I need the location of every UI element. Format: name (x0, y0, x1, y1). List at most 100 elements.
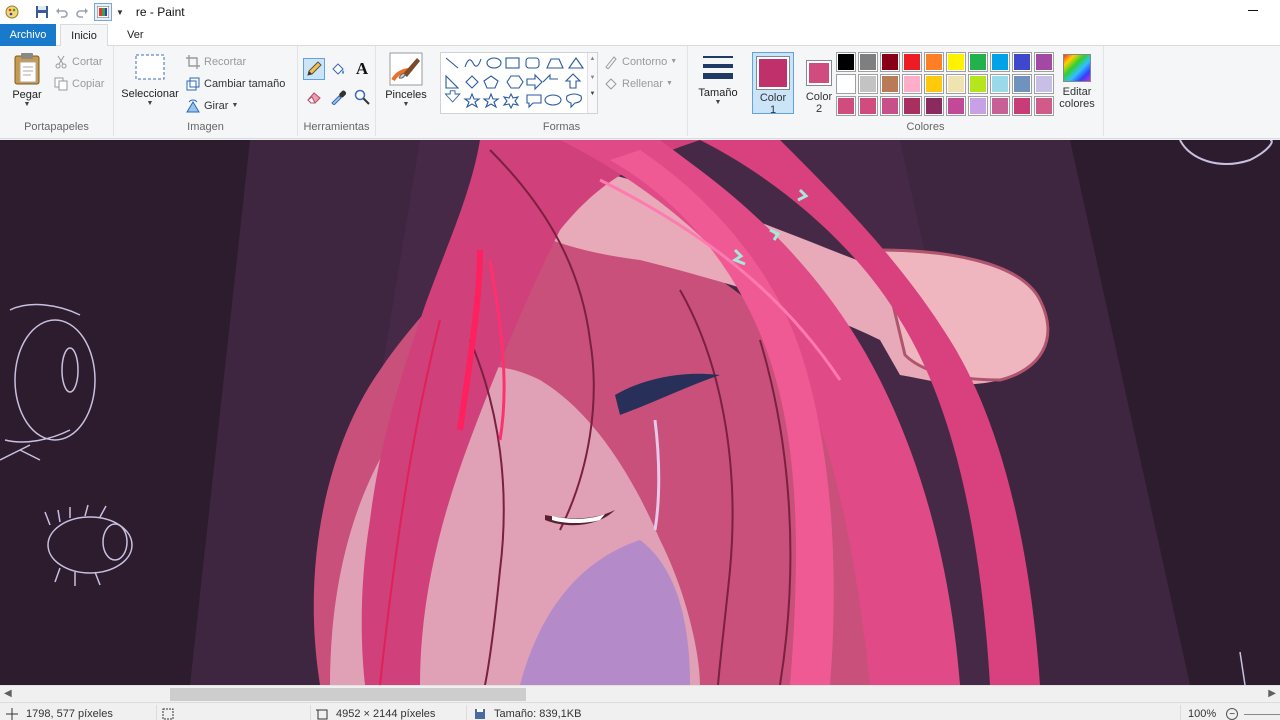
palette-color-swatch[interactable] (946, 96, 966, 116)
palette-color-swatch[interactable] (968, 96, 988, 116)
select-button[interactable]: Seleccionar ▼ (118, 52, 182, 108)
status-bar: 1798, 577 píxeles 4952 × 2144 píxeles Ta… (0, 702, 1280, 720)
palette-color-swatch[interactable] (836, 96, 856, 116)
shapes-gallery: ▲ ▼ ▼ (440, 52, 598, 114)
edit-colors-button[interactable]: Editar colores (1054, 52, 1100, 114)
palette-color-swatch[interactable] (836, 74, 856, 94)
palette-color-swatch[interactable] (880, 52, 900, 72)
brushes-button[interactable]: Pinceles ▼ (382, 52, 430, 109)
ribbon: Pegar ▼ Cortar Copiar Portapapeles Selec… (0, 46, 1280, 139)
drawing-canvas[interactable] (0, 140, 1280, 685)
palette-color-swatch[interactable] (968, 74, 988, 94)
palette-color-swatch[interactable] (990, 52, 1010, 72)
palette-color-swatch[interactable] (902, 96, 922, 116)
magnifier-icon[interactable] (351, 86, 373, 108)
zoom-slider[interactable] (1244, 713, 1280, 715)
minimize-button[interactable] (1246, 4, 1260, 18)
palette-color-swatch[interactable] (858, 52, 878, 72)
palette-color-swatch[interactable] (836, 52, 856, 72)
color-picker-icon[interactable] (327, 86, 349, 108)
palette-color-swatch[interactable] (1034, 96, 1054, 116)
palette-color-swatch[interactable] (1012, 52, 1032, 72)
copy-button[interactable]: Copiar (54, 74, 104, 94)
title-bar: ▼ re - Paint (0, 0, 1280, 24)
zoom-out-icon[interactable]: − (1226, 708, 1239, 720)
palette-color-swatch[interactable] (858, 74, 878, 94)
horizontal-scrollbar[interactable]: ◀ ▶ (0, 685, 1280, 702)
scroll-left-arrow-icon[interactable]: ◀ (4, 688, 12, 699)
palette-color-swatch[interactable] (880, 96, 900, 116)
palette-color-swatch[interactable] (902, 74, 922, 94)
size-dropdown-icon[interactable]: ▼ (715, 99, 722, 107)
eraser-icon[interactable] (303, 86, 325, 108)
image-group: Seleccionar ▼ Recortar Cambiar tamaño Gi… (114, 46, 298, 136)
tools-group: A Herramientas (298, 46, 376, 136)
fill-shape-dropdown-icon[interactable]: ▼ (666, 80, 673, 88)
palette-color-swatch[interactable] (968, 52, 988, 72)
palette-color-swatch[interactable] (924, 96, 944, 116)
brushes-dropdown-icon[interactable]: ▼ (403, 101, 410, 109)
palette-color-swatch[interactable] (1012, 96, 1032, 116)
outline-icon (604, 55, 618, 70)
redo-icon[interactable] (74, 4, 90, 20)
scrollbar-thumb[interactable] (170, 688, 526, 701)
colors-group: Color 1 Color 2 Editar colores Colores (748, 46, 1104, 136)
rotate-dropdown-icon[interactable]: ▼ (231, 102, 238, 110)
palette-color-swatch[interactable] (880, 74, 900, 94)
palette-color-swatch[interactable] (858, 96, 878, 116)
clipboard-group: Pegar ▼ Cortar Copiar Portapapeles (0, 46, 114, 136)
ribbon-tabs: Archivo Inicio Ver (0, 24, 1280, 47)
pencil-icon[interactable] (303, 58, 325, 80)
file-size-text: Tamaño: 839,1KB (494, 708, 582, 720)
select-label: Seleccionar (121, 88, 179, 100)
crop-button[interactable]: Recortar (186, 52, 246, 72)
paste-dropdown-icon[interactable]: ▼ (24, 101, 31, 109)
scroll-right-arrow-icon[interactable]: ▶ (1268, 688, 1276, 699)
palette-color-swatch[interactable] (1012, 74, 1032, 94)
fill-shape-button[interactable]: Rellenar ▼ (604, 74, 673, 94)
text-icon[interactable]: A (351, 58, 373, 80)
cut-label: Cortar (72, 56, 103, 68)
paste-label: Pegar (12, 89, 42, 101)
edit-colors-label: Editar colores (1059, 86, 1095, 110)
tab-view[interactable]: Ver (118, 24, 153, 46)
outline-dropdown-icon[interactable]: ▼ (670, 58, 677, 66)
undo-icon[interactable] (54, 4, 70, 20)
shapes-scroll[interactable]: ▲ ▼ ▼ (587, 53, 597, 113)
image-size-icon (316, 708, 328, 720)
copy-label: Copiar (72, 78, 105, 90)
select-dropdown-icon[interactable]: ▼ (147, 100, 154, 108)
color2-button[interactable]: Color 2 (798, 52, 840, 115)
palette-color-swatch[interactable] (924, 52, 944, 72)
tab-home[interactable]: Inicio (60, 24, 108, 47)
tab-file[interactable]: Archivo (0, 24, 56, 46)
color1-button[interactable]: Color 1 (752, 52, 794, 116)
fill-icon[interactable] (327, 58, 349, 80)
save-icon[interactable] (34, 4, 50, 20)
colors-group-label: Colores (906, 121, 945, 133)
palette-color-swatch[interactable] (902, 52, 922, 72)
size-group: Tamaño ▼ (692, 46, 744, 136)
palette-color-swatch[interactable] (990, 96, 1010, 116)
size-button[interactable]: Tamaño ▼ (696, 52, 740, 107)
disk-icon (474, 708, 486, 720)
outline-button[interactable]: Contorno ▼ (604, 52, 677, 72)
resize-button[interactable]: Cambiar tamaño (186, 74, 285, 94)
shapes-gallery-icons[interactable] (443, 54, 593, 114)
palette-color-swatch[interactable] (990, 74, 1010, 94)
palette-color-swatch[interactable] (1034, 74, 1054, 94)
palette-color-swatch[interactable] (924, 74, 944, 94)
properties-icon[interactable] (94, 3, 112, 21)
rotate-button[interactable]: Girar ▼ (186, 96, 238, 116)
customize-toolbar-chevron-icon[interactable]: ▼ (116, 8, 124, 17)
brushes-group: Pinceles ▼ (376, 46, 436, 136)
palette-color-swatch[interactable] (946, 52, 966, 72)
palette-color-swatch[interactable] (1034, 52, 1054, 72)
paint-app-icon[interactable] (4, 4, 20, 20)
cut-button[interactable]: Cortar (54, 52, 103, 72)
palette-color-swatch[interactable] (946, 74, 966, 94)
size-label: Tamaño (698, 87, 738, 99)
rotate-icon (186, 99, 200, 113)
paste-button[interactable]: Pegar ▼ (6, 52, 48, 109)
select-rectangle-icon (135, 54, 165, 80)
